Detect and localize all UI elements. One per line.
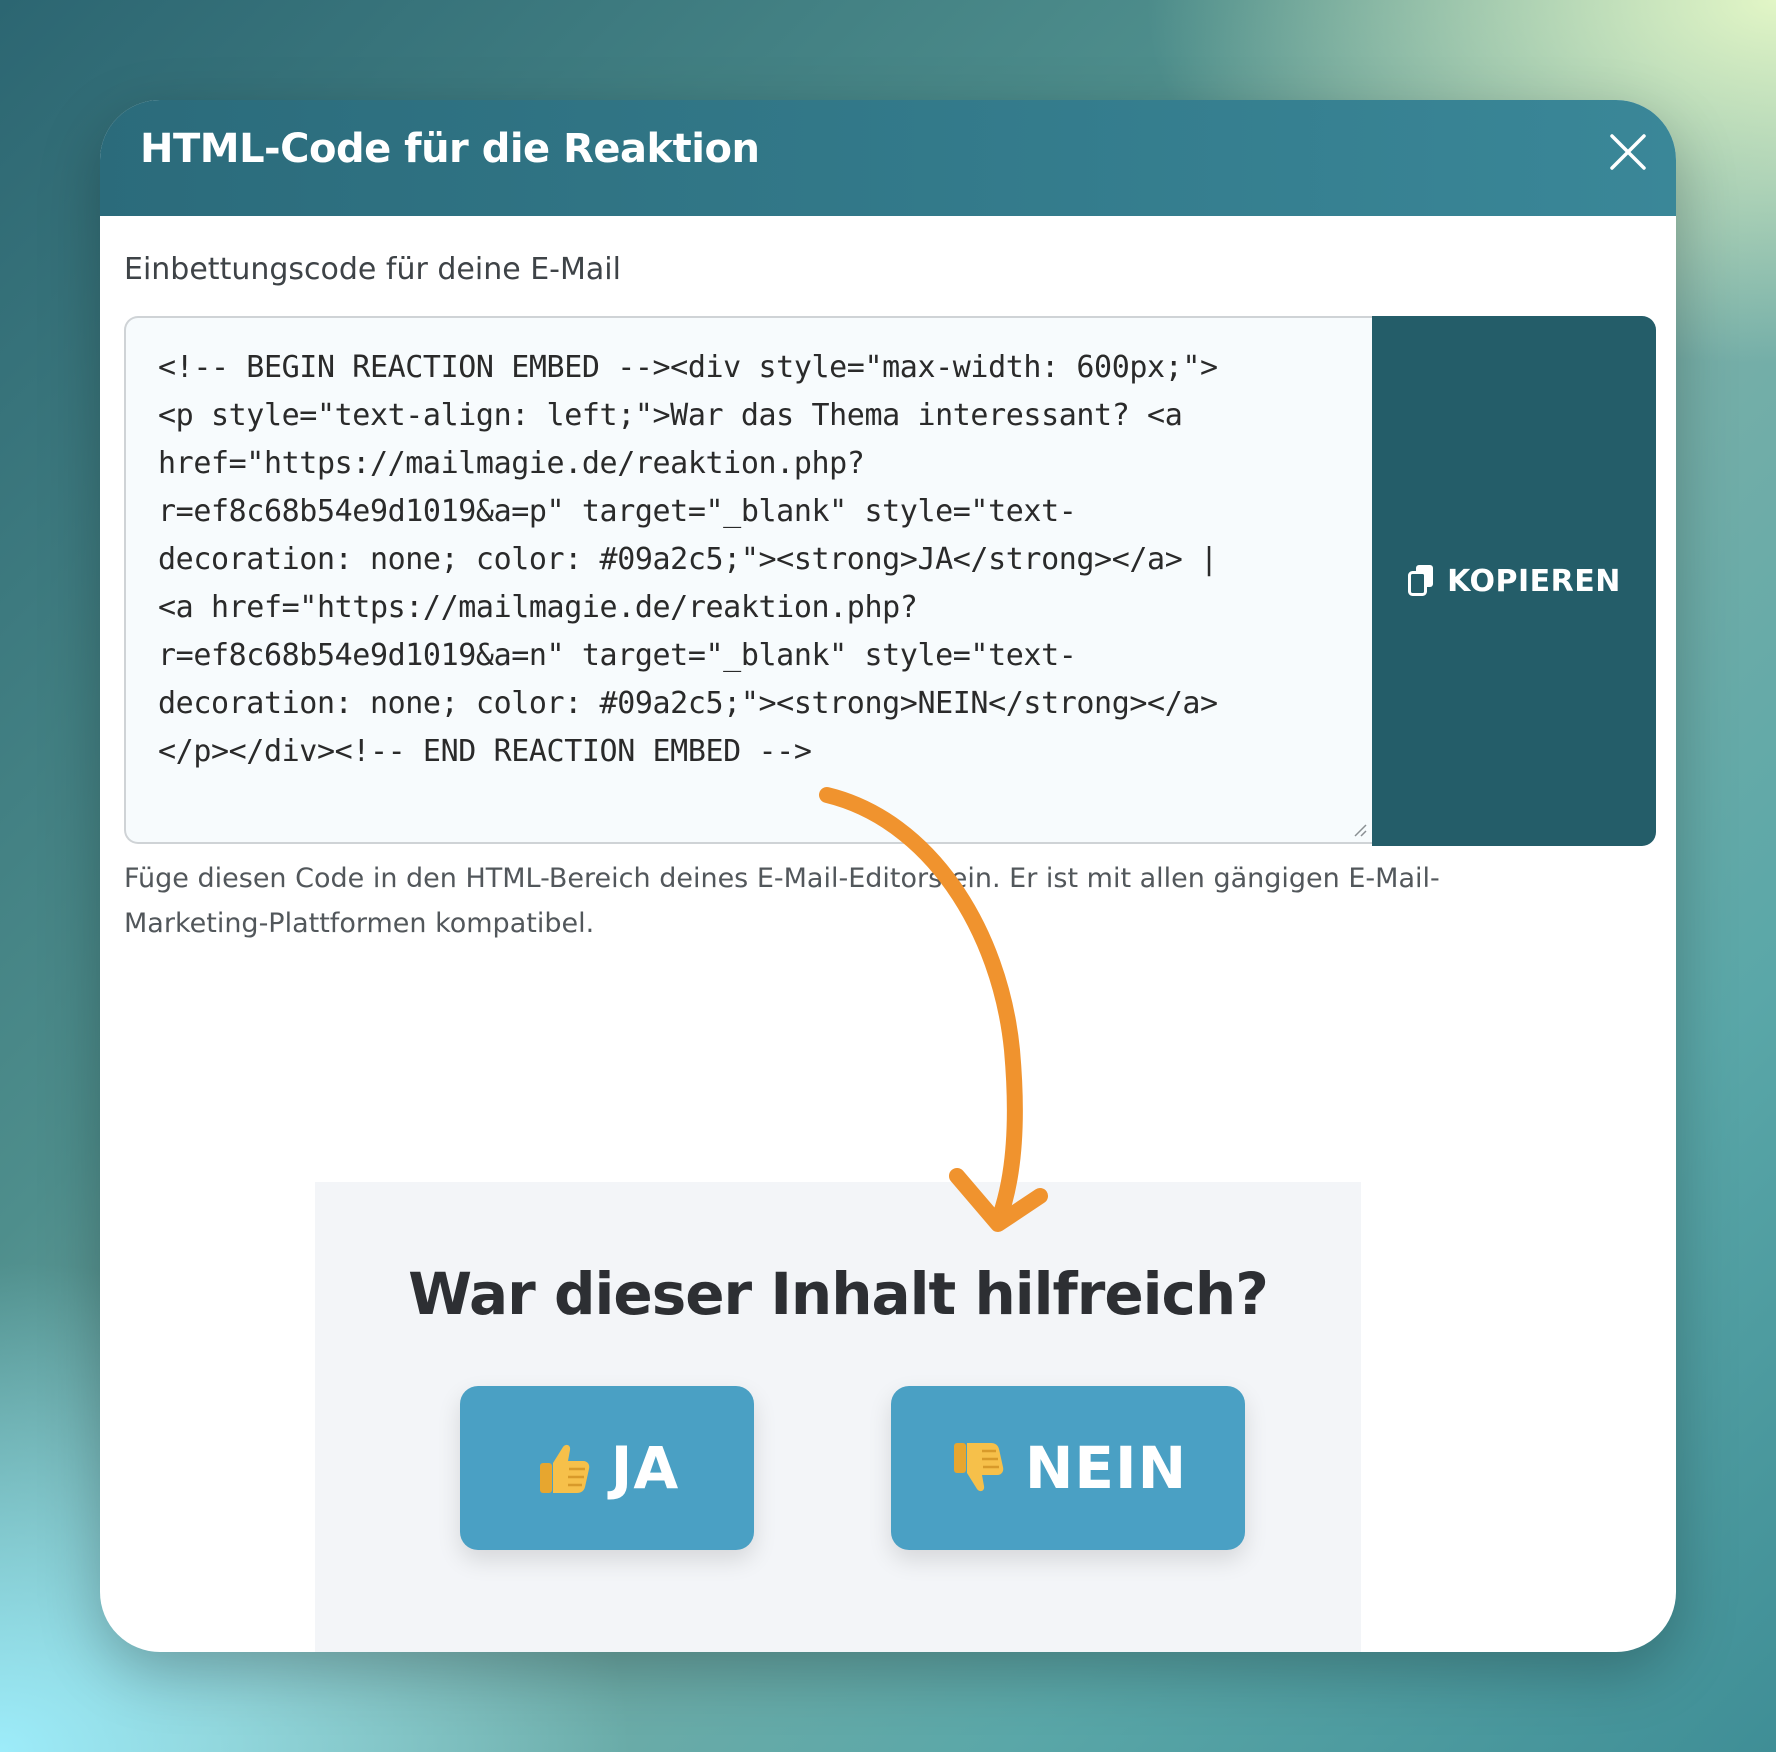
copy-button[interactable]: KOPIEREN	[1372, 316, 1656, 846]
no-button-label: NEIN	[1024, 1434, 1188, 1502]
modal-header: HTML-Code für die Reaktion	[100, 100, 1676, 216]
embed-code-modal: HTML-Code für die Reaktion Einbettungsco…	[100, 100, 1676, 1652]
copy-button-label: KOPIEREN	[1447, 563, 1621, 599]
embed-code-textarea[interactable]: <!-- BEGIN REACTION EMBED --><div style=…	[124, 316, 1372, 844]
thumbs-down-icon	[949, 1439, 1007, 1497]
preview-question: War dieser Inhalt hilfreich?	[408, 1260, 1269, 1328]
copy-icon	[1407, 564, 1435, 598]
thumbs-up-icon	[535, 1439, 593, 1497]
help-text: Füge diesen Code in den HTML-Bereich dei…	[124, 863, 1440, 939]
embed-code-label: Einbettungscode für deine E-Mail	[124, 252, 621, 287]
yes-button[interactable]: JA	[460, 1386, 754, 1550]
resize-handle-icon[interactable]	[1352, 822, 1368, 838]
reaction-preview: War dieser Inhalt hilfreich? JA NEIN	[315, 1182, 1361, 1652]
no-button[interactable]: NEIN	[891, 1386, 1245, 1550]
close-icon[interactable]	[1608, 132, 1648, 172]
embed-code-text[interactable]: <!-- BEGIN REACTION EMBED --><div style=…	[158, 344, 1358, 776]
yes-button-label: JA	[610, 1434, 680, 1502]
modal-title: HTML-Code für die Reaktion	[140, 126, 760, 172]
